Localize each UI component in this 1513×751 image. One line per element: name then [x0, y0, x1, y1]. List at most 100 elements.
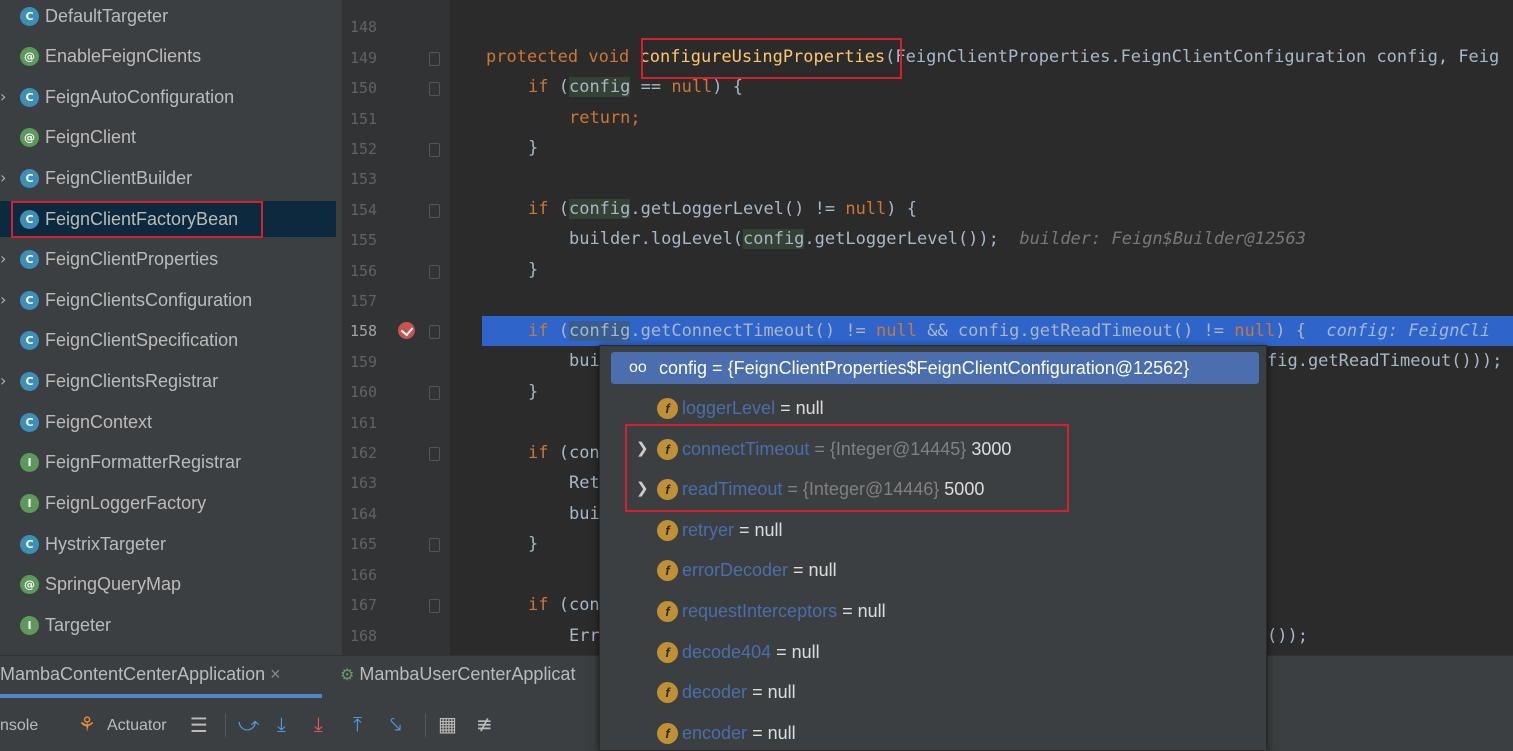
expand-arrow-icon[interactable]: ❯: [636, 439, 649, 457]
code-line-168-tail: ());: [1267, 626, 1308, 646]
field-icon: f: [657, 479, 678, 500]
annotation-icon: @: [20, 127, 39, 147]
fold-marker-icon[interactable]: [429, 386, 440, 400]
fold-marker-icon[interactable]: [429, 538, 440, 552]
class-icon: C: [20, 412, 39, 432]
popup-header-row[interactable]: oo config = {FeignClientProperties$FeignC…: [611, 352, 1259, 384]
toolbar-separator: [225, 713, 226, 737]
tree-item-label: FeignClientBuilder: [45, 167, 193, 188]
tree-item-feigncontext[interactable]: C FeignContext: [0, 404, 342, 440]
field-row-decoder[interactable]: f decoder = null: [600, 672, 1266, 712]
expand-arrow-icon[interactable]: ›: [0, 160, 10, 196]
interface-icon: I: [20, 452, 39, 472]
field-row-readtimeout[interactable]: ❯ f readTimeout = {Integer@14446} 5000: [600, 469, 1266, 509]
field-icon: f: [657, 682, 678, 703]
fold-marker-icon[interactable]: [429, 204, 440, 218]
force-step-into-icon[interactable]: ⤓: [314, 714, 323, 734]
expand-arrow-icon[interactable]: ›: [0, 241, 10, 277]
line-number: 155: [350, 231, 378, 249]
tab-actuator[interactable]: Actuator: [107, 717, 167, 735]
field-icon: f: [657, 398, 678, 419]
field-row-loggerlevel[interactable]: f loggerLevel = null: [600, 388, 1266, 428]
line-number: 157: [350, 292, 378, 310]
tab-content-center-app[interactable]: MambaContentCenterApplication ×: [0, 664, 281, 685]
menu-icon[interactable]: ☰: [190, 715, 208, 735]
tree-item-feignclient[interactable]: @ FeignClient: [0, 119, 342, 155]
field-row-requestinterceptors[interactable]: f requestInterceptors = null: [600, 591, 1266, 631]
tab-console[interactable]: nsole: [0, 717, 38, 735]
field-row-decode404[interactable]: f decode404 = null: [600, 632, 1266, 672]
field-row-errordecoder[interactable]: f errorDecoder = null: [600, 550, 1266, 590]
tree-item-feignclientfactorybean[interactable]: C FeignClientFactoryBean: [0, 201, 336, 237]
class-icon: C: [20, 371, 39, 391]
tree-item-targeter[interactable]: I Targeter: [0, 607, 342, 643]
tree-item-label: HystrixTargeter: [45, 533, 167, 554]
class-icon: C: [20, 330, 39, 350]
class-icon: C: [20, 6, 39, 26]
tree-item-feignclientproperties[interactable]: › C FeignClientProperties: [0, 241, 342, 277]
tree-item-feignclientsregistrar[interactable]: › C FeignClientsRegistrar: [0, 363, 342, 399]
line-number: 168: [350, 627, 378, 645]
fold-marker-icon[interactable]: [429, 447, 440, 461]
tree-item-feignclientsconfiguration[interactable]: › C FeignClientsConfiguration: [0, 282, 342, 318]
close-icon[interactable]: ×: [270, 664, 281, 684]
fold-marker-icon[interactable]: [429, 143, 440, 157]
breakpoint-icon[interactable]: [398, 322, 415, 339]
class-icon: C: [20, 534, 39, 554]
tree-item-label: FeignClientFactoryBean: [45, 208, 239, 229]
expand-arrow-icon[interactable]: ›: [0, 282, 10, 318]
tree-item-feignautoconfiguration[interactable]: › C FeignAutoConfiguration: [0, 79, 342, 115]
tree-item-label: Targeter: [45, 614, 112, 635]
line-number: 163: [350, 474, 378, 492]
tree-item-feignformatterregistrar[interactable]: I FeignFormatterRegistrar: [0, 444, 342, 480]
code-line-160: }: [528, 382, 539, 402]
code-line-150: if (config == null) {: [528, 77, 744, 97]
annotation-icon: @: [20, 46, 39, 66]
show-execution-point-icon[interactable]: ⤻: [238, 714, 259, 734]
tree-item-feignclientbuilder[interactable]: › C FeignClientBuilder: [0, 160, 342, 196]
evaluate-expression-icon[interactable]: ▦: [438, 714, 457, 734]
line-number: 148: [350, 18, 378, 36]
trace-stream-icon[interactable]: ≢: [476, 714, 493, 734]
code-line-163: Ret: [569, 473, 600, 493]
step-over-icon[interactable]: ⤓: [277, 714, 286, 734]
interface-icon: I: [20, 493, 39, 513]
line-number: 152: [350, 140, 378, 158]
class-icon: C: [20, 168, 39, 188]
class-icon: C: [20, 290, 39, 310]
expand-arrow-icon[interactable]: ›: [0, 363, 10, 399]
tree-item-feignloggerfactory[interactable]: I FeignLoggerFactory: [0, 485, 342, 521]
tree-item-label: FeignFormatterRegistrar: [45, 451, 242, 472]
debug-value-popup: oo config = {FeignClientProperties$FeignC…: [599, 345, 1267, 751]
expand-arrow-icon[interactable]: ›: [0, 79, 10, 115]
tree-item-feignclientspecification[interactable]: C FeignClientSpecification: [0, 322, 342, 358]
tab-user-center-app[interactable]: ⚙ MambaUserCenterApplicat: [340, 664, 575, 685]
tree-item-springquerymap[interactable]: @ SpringQueryMap: [0, 566, 342, 602]
toolbar-separator: [425, 713, 426, 737]
field-row-encoder[interactable]: f encoder = null: [600, 713, 1266, 750]
fold-marker-icon[interactable]: [429, 82, 440, 96]
tree-item-label: FeignClientsConfiguration: [45, 289, 253, 310]
field-row-retryer[interactable]: f retryer = null: [600, 510, 1266, 550]
field-icon: f: [657, 520, 678, 541]
line-number: 159: [350, 353, 378, 371]
line-number: 151: [350, 110, 378, 128]
line-number: 161: [350, 414, 378, 432]
active-tab-indicator: [0, 694, 322, 698]
tree-item-enablefeignclients[interactable]: @ EnableFeignClients: [0, 38, 342, 74]
run-to-cursor-icon[interactable]: ⤥: [390, 714, 401, 734]
step-out-icon[interactable]: ⤒: [353, 714, 362, 734]
fold-marker-icon[interactable]: [429, 52, 440, 66]
fold-marker-icon[interactable]: [429, 325, 440, 339]
tree-item-label: FeignLoggerFactory: [45, 492, 207, 513]
tree-item-hystrixtargeter[interactable]: C HystrixTargeter: [0, 526, 342, 562]
tree-item-defaulttargeter[interactable]: C DefaultTargeter: [0, 0, 342, 34]
line-number: 165: [350, 535, 378, 553]
field-row-connecttimeout[interactable]: ❯ f connectTimeout = {Integer@14445} 300…: [600, 429, 1266, 469]
line-number: 160: [350, 383, 378, 401]
fold-marker-icon[interactable]: [429, 599, 440, 613]
tree-item-label: DefaultTargeter: [45, 5, 169, 26]
fold-marker-icon[interactable]: [429, 265, 440, 279]
code-line-152: }: [528, 138, 539, 158]
expand-arrow-icon[interactable]: ❯: [636, 479, 649, 497]
